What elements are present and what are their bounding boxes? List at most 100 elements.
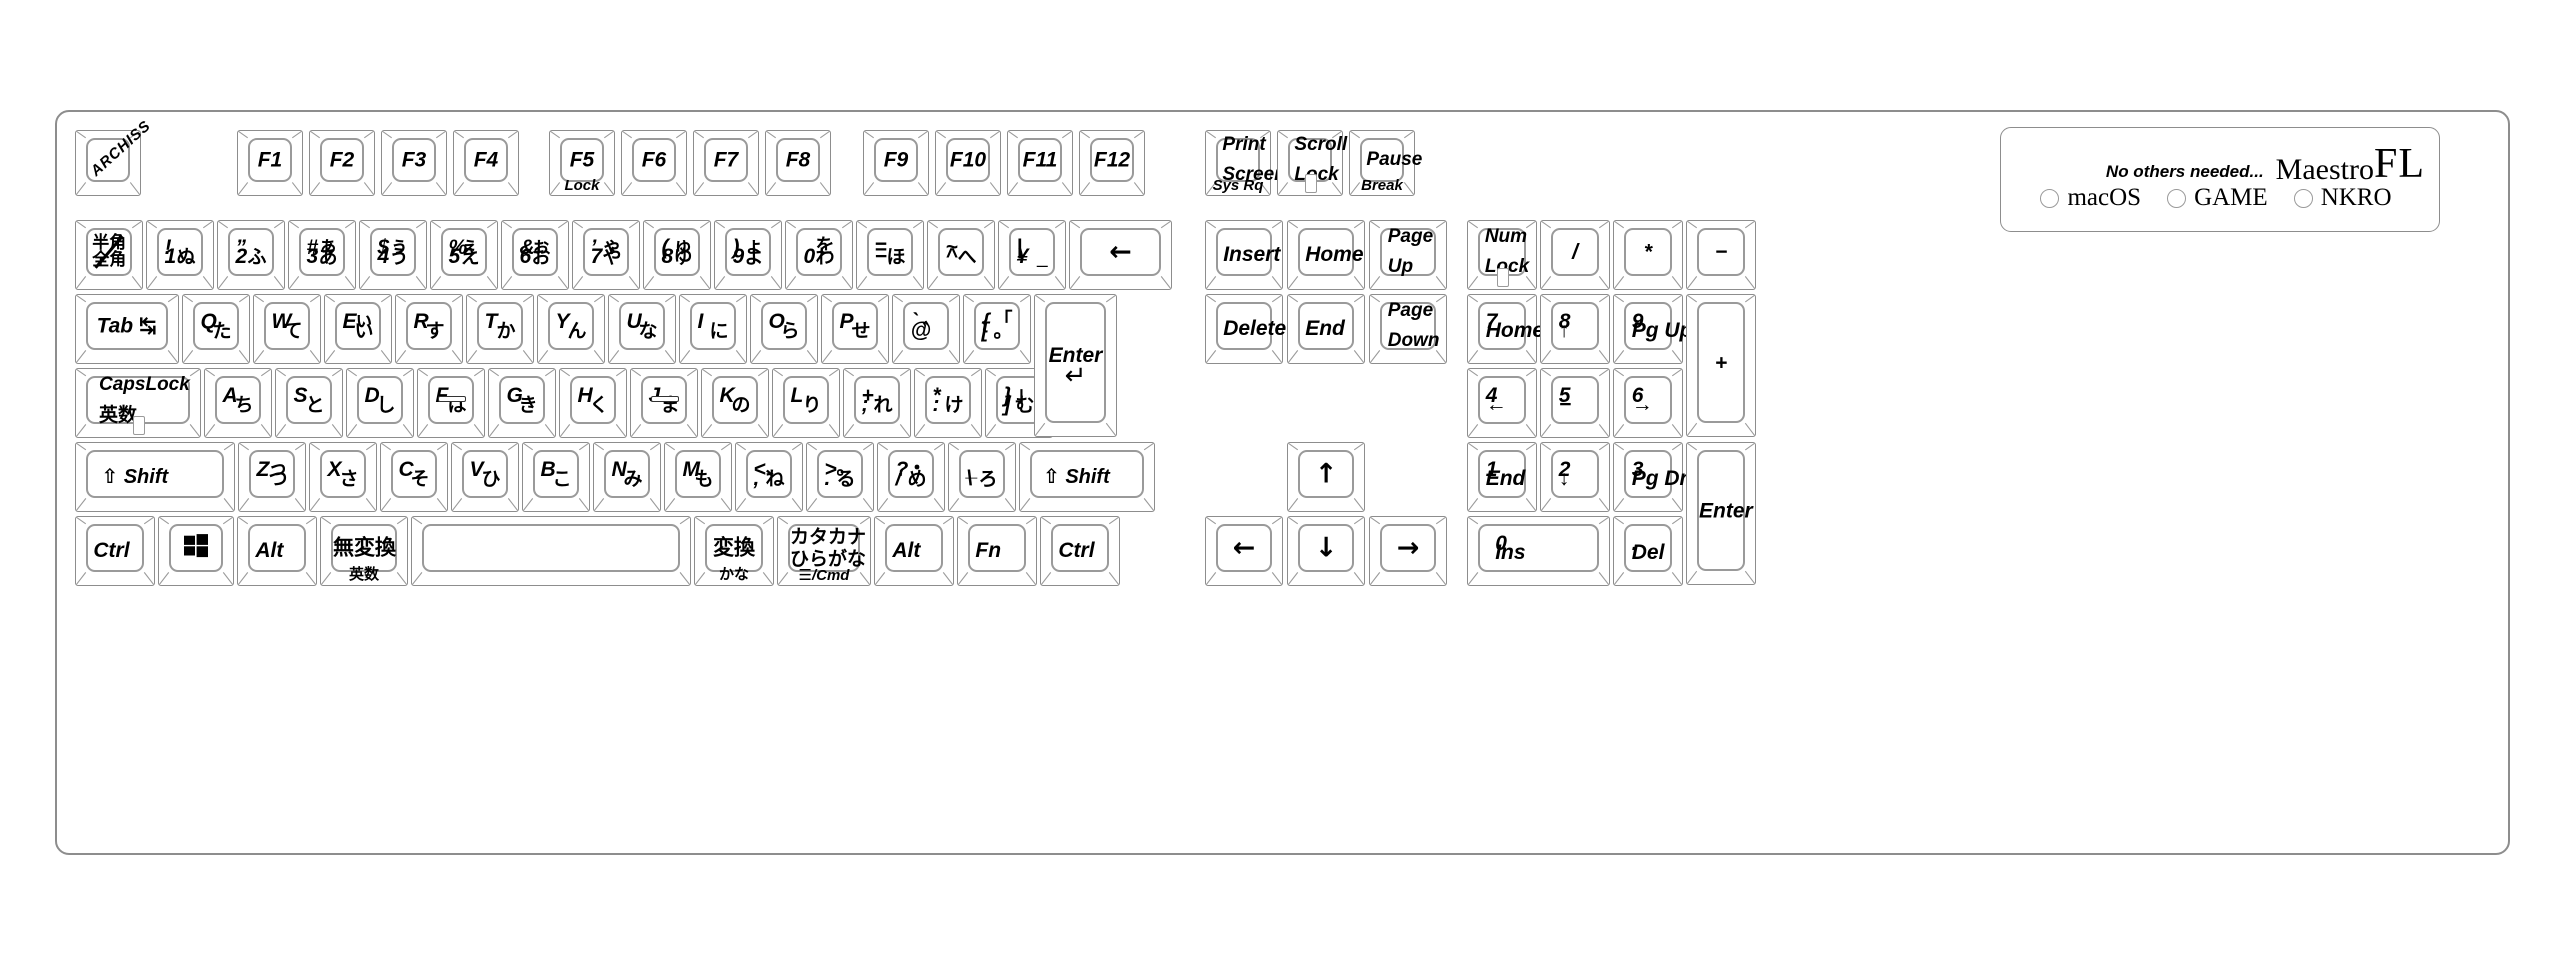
key-alt-right[interactable]: Alt	[874, 516, 954, 586]
key-key-c[interactable]: Cそ	[380, 442, 448, 512]
key-tab[interactable]: Tab ↹	[75, 294, 179, 364]
key-key-m[interactable]: Mも	[664, 442, 732, 512]
key-digit-0[interactable]: 0をわ	[785, 220, 853, 290]
key-numpad-6[interactable]: 6 →	[1613, 368, 1683, 438]
key-key-r[interactable]: Rす	[395, 294, 463, 364]
key-f11[interactable]: F11	[1007, 130, 1073, 196]
key-key-b[interactable]: Bこ	[522, 442, 590, 512]
key-key-a[interactable]: Aち	[204, 368, 272, 438]
key-shift-left[interactable]: ⇧ Shift	[75, 442, 235, 512]
key-key-n[interactable]: Nみ	[593, 442, 661, 512]
key-numpad-0[interactable]: 0 Ins	[1467, 516, 1610, 586]
key-space[interactable]	[411, 516, 691, 586]
key-f5[interactable]: F5 Lock	[549, 130, 615, 196]
key-page-up[interactable]: Page Up	[1369, 220, 1447, 290]
key-f7[interactable]: F7	[693, 130, 759, 196]
key-numpad-5[interactable]: 5−	[1540, 368, 1610, 438]
key-digit-5[interactable]: % 5 ぇえ	[430, 220, 498, 290]
key-henkan[interactable]: 変換 かな	[694, 516, 774, 586]
key-digit-6[interactable]: & 6 ぉお	[501, 220, 569, 290]
key-backspace[interactable]: ←	[1069, 220, 1172, 290]
key-digit-3[interactable]: #3 ぁあ	[288, 220, 356, 290]
key-delete[interactable]: Delete	[1205, 294, 1286, 364]
key-f12[interactable]: F12	[1079, 130, 1145, 196]
key-key-k[interactable]: Kの	[701, 368, 769, 438]
key-key-l[interactable]: Lり	[772, 368, 840, 438]
key-print-screen[interactable]: Print Screen Sys Rq	[1205, 130, 1286, 196]
key-numpad-4[interactable]: 4 ←	[1467, 368, 1537, 438]
key-numpad-multiply[interactable]: *	[1613, 220, 1683, 290]
key-numpad-enter[interactable]: Enter	[1686, 442, 1756, 585]
key-f2[interactable]: F2	[309, 130, 375, 196]
key-f4[interactable]: F4	[453, 130, 519, 196]
key-key-u[interactable]: Uな	[608, 294, 676, 364]
key-numpad-3[interactable]: 3 Pg Dn	[1613, 442, 1692, 512]
key-key-y[interactable]: Yん	[537, 294, 605, 364]
key-arrow-up[interactable]: ↑	[1287, 442, 1365, 512]
key-key-d[interactable]: Dし	[346, 368, 414, 438]
key-shift-right[interactable]: ⇧ Shift	[1019, 442, 1155, 512]
key-key-i[interactable]: Iに	[679, 294, 747, 364]
key-key-w[interactable]: Wて	[253, 294, 321, 364]
key-escape-logo[interactable]: ARCHISS	[75, 117, 154, 196]
key-semicolon[interactable]: +; れ	[843, 368, 911, 438]
key-end[interactable]: End	[1287, 294, 1365, 364]
key-windows-key[interactable]	[158, 516, 234, 586]
key-arrow-right[interactable]: →	[1369, 516, 1447, 586]
key-at[interactable]: ` @ ゛	[892, 294, 960, 364]
key-numpad-2[interactable]: 2 ↓	[1540, 442, 1610, 512]
key-digit-4[interactable]: $4 ぅう	[359, 220, 427, 290]
key-digit-8[interactable]: (8 ゅゆ	[643, 220, 711, 290]
key-arrow-left[interactable]: ←	[1205, 516, 1283, 586]
key-numpad-9[interactable]: 9 Pg Up	[1613, 294, 1692, 364]
key-key-z[interactable]: Zっつ	[238, 442, 306, 512]
key-scroll-lock[interactable]: Scroll Lock	[1277, 130, 1347, 196]
key-ctrl-left[interactable]: Ctrl	[75, 516, 155, 586]
key-f9[interactable]: F9	[863, 130, 929, 196]
key-key-g[interactable]: Gき	[488, 368, 556, 438]
key-yen[interactable]: | ¥ _	[998, 220, 1066, 290]
key-key-q[interactable]: Qた	[182, 294, 250, 364]
key-key-x[interactable]: Xさ	[309, 442, 377, 512]
key-numpad-8[interactable]: 8 ↑	[1540, 294, 1610, 364]
key-numpad-divide[interactable]: /	[1540, 220, 1610, 290]
key-numpad-plus[interactable]: +	[1686, 294, 1756, 437]
key-alt-left[interactable]: Alt	[237, 516, 317, 586]
key-muhenkan[interactable]: 無変換 英数	[320, 516, 408, 586]
key-numpad-decimal[interactable]: . Del	[1613, 516, 1683, 586]
key-slash[interactable]: ? / ・め	[877, 442, 945, 512]
key-key-p[interactable]: Pせ	[821, 294, 889, 364]
key-digit-1[interactable]: ! 1 ぬ	[146, 220, 214, 290]
key-key-t[interactable]: Tか	[466, 294, 534, 364]
key-key-h[interactable]: Hく	[559, 368, 627, 438]
key-key-j[interactable]: Jま	[630, 368, 698, 438]
key-ctrl-right[interactable]: Ctrl	[1040, 516, 1120, 586]
key-pause[interactable]: Pause Break	[1349, 130, 1422, 196]
key-digit-2[interactable]: ” 2 ふ	[217, 220, 285, 290]
key-f1[interactable]: F1	[237, 130, 303, 196]
key-home[interactable]: Home	[1287, 220, 1365, 290]
key-f10[interactable]: F10	[935, 130, 1001, 196]
key-key-v[interactable]: Vひ	[451, 442, 519, 512]
key-numpad-minus[interactable]: −	[1686, 220, 1756, 290]
key-f3[interactable]: F3	[381, 130, 447, 196]
key-katakana-hiragana[interactable]: カタカナ ひらがな ☰/Cmd	[777, 516, 871, 586]
key-insert[interactable]: Insert	[1205, 220, 1283, 290]
key-digit-7[interactable]: ’ 7 ゃや	[572, 220, 640, 290]
key-key-f[interactable]: Fは	[417, 368, 485, 438]
key-bracket-left[interactable]: {[「。	[963, 294, 1031, 364]
key-enter[interactable]: Enter ↵	[1034, 294, 1117, 437]
key-colon[interactable]: *: け	[914, 368, 982, 438]
key-digit-9[interactable]: ) 9 ょよ	[714, 220, 782, 290]
key-key-s[interactable]: Sと	[275, 368, 343, 438]
key-caps-lock[interactable]: CapsLock 英数	[75, 368, 201, 438]
key-page-down[interactable]: Page Down	[1369, 294, 1447, 364]
key-ro[interactable]: _ \ ろ	[948, 442, 1016, 512]
key-numpad-1[interactable]: 1 End	[1467, 442, 1537, 512]
key-arrow-down[interactable]: ↓	[1287, 516, 1365, 586]
key-hankaku-zenkaku[interactable]: 半角 全角	[75, 220, 143, 290]
key-key-o[interactable]: Oら	[750, 294, 818, 364]
key-num-lock[interactable]: Num Lock	[1467, 220, 1537, 290]
key-f6[interactable]: F6	[621, 130, 687, 196]
key-period[interactable]: >.。る	[806, 442, 874, 512]
